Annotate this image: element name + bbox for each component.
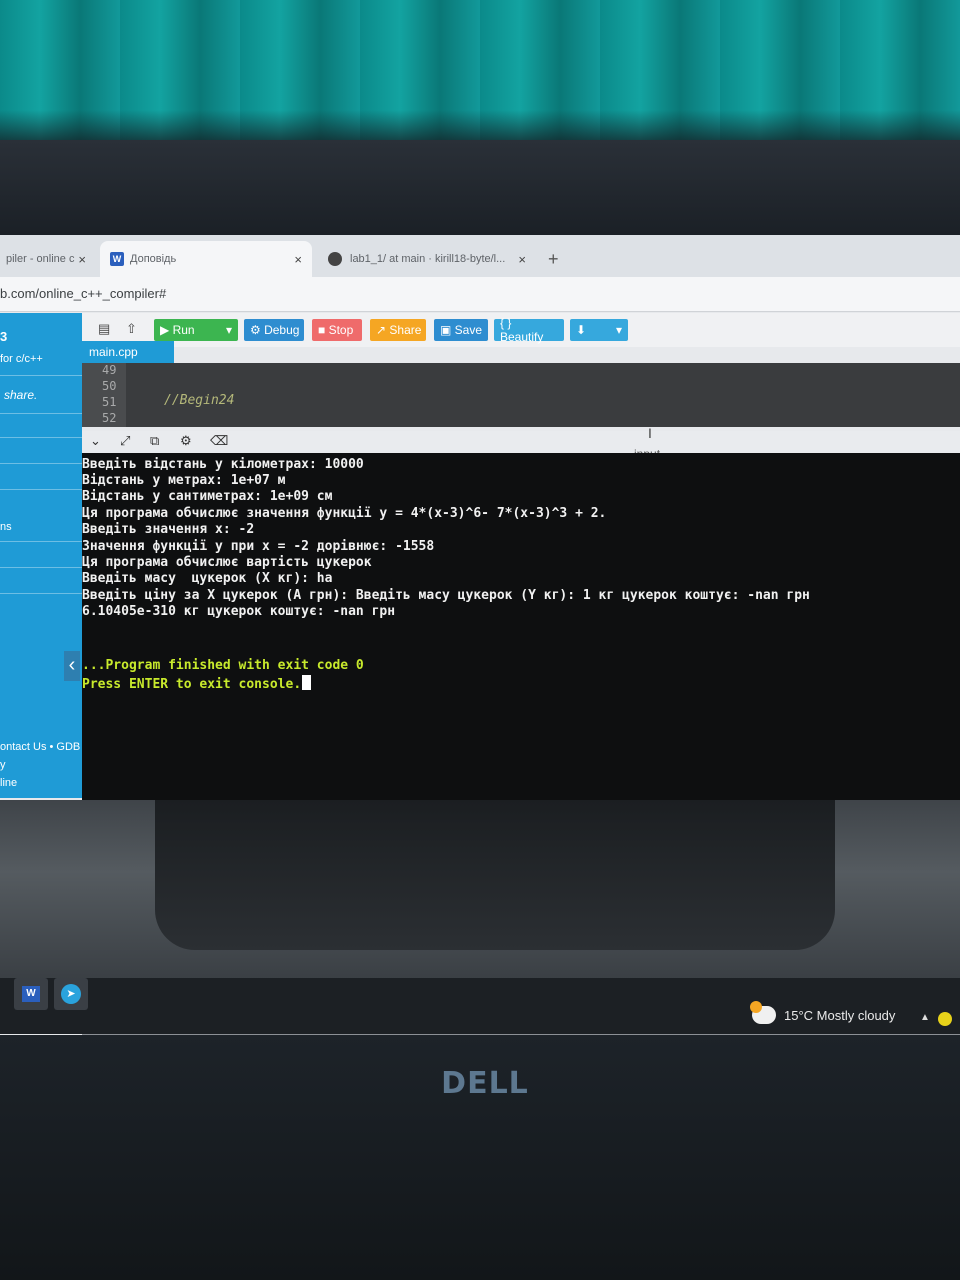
- upload-icon[interactable]: ⇧: [126, 321, 137, 337]
- download-icon: ⬇: [576, 323, 587, 337]
- address-bar[interactable]: b.com/online_c++_compiler#: [0, 277, 960, 312]
- chevron-down-icon[interactable]: ▾: [616, 323, 622, 337]
- line-number: 52: [102, 411, 117, 425]
- stop-label: Stop: [328, 323, 354, 337]
- play-icon: ▶: [160, 323, 173, 337]
- tab-report[interactable]: W Доповідь ×: [100, 241, 312, 277]
- copy-icon[interactable]: ⧉: [150, 433, 159, 449]
- program-finished-line: ...Program finished with exit code 0: [82, 658, 364, 673]
- code-line-comment: //Begin24: [164, 393, 235, 408]
- stop-icon: ■: [318, 323, 329, 337]
- console-toolbar: ⌄ ⤢ ⧉ ⚙ ⌫: [82, 431, 960, 453]
- console-line: Ця програма обчислює значення функції y …: [82, 506, 607, 521]
- wallpaper-car-shape: [155, 800, 835, 950]
- settings-icon[interactable]: ⚙: [180, 433, 192, 449]
- sidebar-divider: [0, 375, 82, 376]
- sidebar-share-text: share.: [4, 388, 38, 402]
- sidebar: 3 for c/c++ share. ns ‹ ontact Us • GDB …: [0, 313, 82, 798]
- sidebar-divider: [0, 463, 82, 464]
- line-number: 50: [102, 379, 117, 393]
- debug-icon: ⚙: [250, 323, 265, 337]
- line-number: 51: [102, 395, 117, 409]
- taskbar-telegram-app[interactable]: ➤: [54, 978, 88, 1010]
- console-line: Ця програма обчислює вартість цукерок: [82, 555, 372, 570]
- tab-label: Доповідь: [130, 253, 177, 265]
- sidebar-title: 3: [0, 329, 8, 344]
- tab-close-icon[interactable]: ×: [78, 252, 86, 267]
- debug-label: Debug: [264, 323, 300, 337]
- github-icon: [328, 252, 342, 266]
- partly-cloudy-icon: [750, 1001, 776, 1024]
- line-number: 49: [102, 363, 117, 377]
- share-button[interactable]: ↗ Share: [370, 319, 426, 341]
- console-line: Відстань у сантиметрах: 1e+09 см: [82, 489, 333, 504]
- taskbar-word-app[interactable]: W: [14, 978, 48, 1010]
- run-button[interactable]: ▶ Run ▾: [154, 319, 238, 341]
- beautify-label: { } Beautify: [500, 316, 544, 344]
- monitor-bezel-top: [0, 140, 960, 235]
- share-label: Share: [389, 323, 422, 337]
- console-line: Введіть масу цукерок (X кг): ha: [82, 571, 333, 586]
- exit-prompt-line: Press ENTER to exit console.: [82, 675, 312, 692]
- sidebar-footer-text: line: [0, 777, 18, 789]
- code-editor[interactable]: 49 50 51 52 //Begin24: [82, 363, 960, 427]
- weather-text: 15°C Mostly cloudy: [784, 1007, 896, 1023]
- run-label: Run: [172, 323, 195, 337]
- clear-icon[interactable]: ⌫: [210, 433, 228, 449]
- collapse-sidebar-icon[interactable]: ‹: [64, 651, 80, 681]
- console-line: 6.10405e-310 кг цукерок коштує: -nan грн: [82, 604, 396, 619]
- download-button[interactable]: ⬇ ▾: [570, 319, 628, 341]
- word-icon: W: [110, 252, 124, 266]
- expand-icon[interactable]: ⤢: [120, 433, 130, 449]
- tab-github[interactable]: lab1_1/ at main · kirill18-byte/l... ×: [318, 241, 536, 277]
- ide-toolbar: ▤ ⇧ ▶ Run ▾ ⚙ Debug ■ Stop ↗ Share ▣ Sav…: [82, 313, 960, 347]
- save-icon: ▣: [440, 323, 455, 337]
- sidebar-divider: [0, 593, 82, 594]
- sidebar-item[interactable]: ns: [0, 521, 12, 533]
- word-icon: W: [22, 986, 40, 1002]
- mouse-cursor-icon: I: [648, 425, 652, 441]
- stop-button[interactable]: ■ Stop: [312, 319, 362, 341]
- debug-button[interactable]: ⚙ Debug: [244, 319, 304, 341]
- line-number-gutter: 49 50 51 52: [82, 363, 126, 427]
- chevron-down-icon[interactable]: ▾: [226, 323, 232, 337]
- sidebar-divider: [0, 489, 82, 490]
- tab-label: piler - online c: [6, 253, 75, 265]
- save-button[interactable]: ▣ Save: [434, 319, 488, 341]
- sidebar-subtitle: for c/c++: [0, 353, 43, 365]
- weather-widget[interactable]: 15°C Mostly cloudy: [750, 1001, 896, 1024]
- taskbar: W ➤ 15°C Mostly cloudy ▲: [0, 978, 960, 1034]
- console-line: Введіть ціну за X цукерок (A грн): Введі…: [82, 588, 810, 603]
- tab-online-compiler[interactable]: piler - online c ×: [0, 241, 96, 277]
- sidebar-divider: [0, 413, 82, 414]
- file-tab-main-cpp[interactable]: main.cpp: [82, 341, 174, 363]
- tab-label: lab1_1/ at main · kirill18-byte/l...: [350, 253, 506, 265]
- beautify-button[interactable]: { } Beautify: [494, 316, 564, 344]
- new-file-icon[interactable]: ▤: [98, 321, 110, 337]
- chevron-down-icon[interactable]: ⌄: [90, 433, 101, 449]
- terminal-cursor: [302, 675, 312, 690]
- new-tab-button[interactable]: +: [548, 249, 559, 270]
- sidebar-divider: [0, 541, 82, 542]
- tab-close-icon[interactable]: ×: [294, 252, 302, 267]
- tray-chevron-up-icon[interactable]: ▲: [920, 1012, 930, 1023]
- sidebar-divider: [0, 567, 82, 568]
- save-label: Save: [454, 323, 483, 337]
- tray-status-icon[interactable]: [938, 1012, 952, 1026]
- sidebar-footer-text: y: [0, 759, 6, 771]
- console-line: Введіть значення x: -2: [82, 522, 255, 537]
- share-icon: ↗: [376, 323, 390, 337]
- exit-prompt-text: Press ENTER to exit console.: [82, 677, 302, 692]
- tab-close-icon[interactable]: ×: [518, 252, 526, 267]
- sidebar-footer-links[interactable]: ontact Us • GDB: [0, 741, 80, 753]
- telegram-icon: ➤: [61, 984, 81, 1004]
- url-text: b.com/online_c++_compiler#: [0, 286, 167, 301]
- console-line: Відстань у метрах: 1e+07 м: [82, 473, 286, 488]
- console-line: Введіть відстань у кілометрах: 10000: [82, 457, 364, 472]
- console-line: Значення функції y при x = -2 дорівнює: …: [82, 539, 435, 554]
- browser-tab-bar: piler - online c × W Доповідь × lab1_1/ …: [0, 235, 960, 277]
- dell-logo: DELL: [441, 1066, 529, 1101]
- sidebar-divider: [0, 437, 82, 438]
